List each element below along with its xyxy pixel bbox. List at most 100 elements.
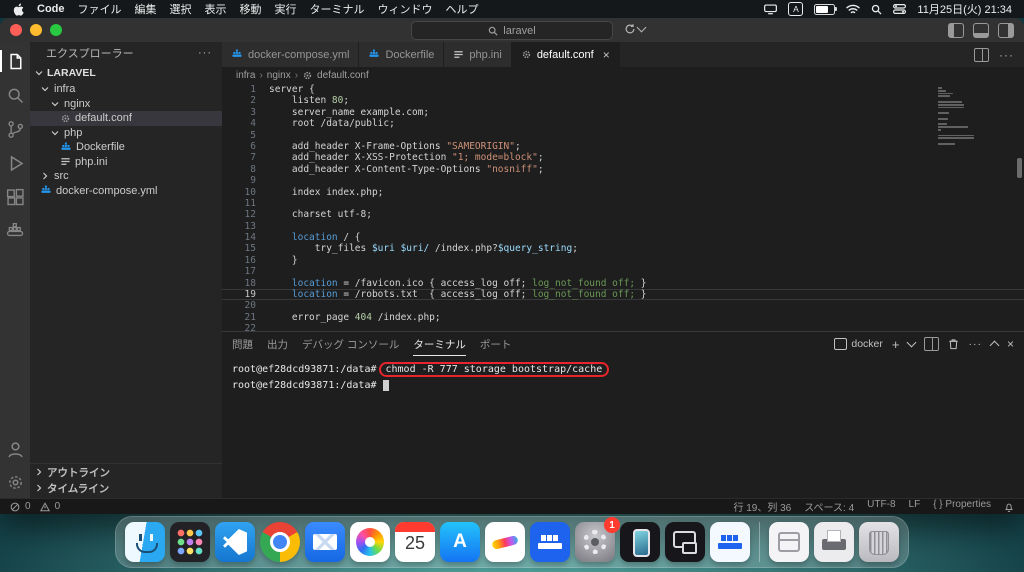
notifications-bell-icon[interactable] [1004,502,1014,512]
dock-printer-icon[interactable] [814,522,854,562]
status-item[interactable]: LF [909,499,921,514]
menubar-item[interactable]: ファイル [78,1,122,17]
toggle-panel-icon[interactable] [973,23,989,38]
dock-finder-icon[interactable] [125,522,165,562]
terminal-dropdown-icon[interactable] [907,337,917,348]
tree-item-nginx[interactable]: nginx [30,97,222,112]
docker-icon [231,49,243,60]
dock-photos-icon[interactable] [350,522,390,562]
close-panel-icon[interactable]: × [1007,337,1014,351]
dock-windows-app-icon[interactable] [665,522,705,562]
vscode-window: laravel エクスプローラー ··· LARAVEL infra nginx… [0,18,1024,514]
dock-downloads-icon[interactable] [769,522,809,562]
apple-icon[interactable] [12,2,24,16]
window-titlebar[interactable]: laravel [0,18,1024,42]
editor-tab-Dockerfile[interactable]: Dockerfile [359,42,445,67]
toggle-secondary-sidebar-icon[interactable] [998,23,1014,38]
dock-trash-icon[interactable] [859,522,899,562]
editor-tab-docker-compose.yml[interactable]: docker-compose.yml [222,42,360,67]
menubar-clock[interactable]: 11月25日(火) 21:34 [917,1,1012,17]
new-terminal-icon[interactable]: + [892,338,900,351]
tree-item-default.conf[interactable]: default.conf [30,111,222,126]
command-center-search[interactable]: laravel [411,21,613,40]
control-center-icon[interactable] [893,4,907,14]
breadcrumb-item[interactable]: default.conf [317,70,369,81]
panel-more-icon[interactable]: ··· [968,338,982,350]
run-task-icon[interactable] [624,22,647,35]
dock-settings-icon[interactable]: 1 [575,517,620,562]
explorer-icon[interactable] [0,50,26,72]
breadcrumb-item[interactable]: nginx [267,70,291,81]
editor-tab-php.ini[interactable]: php.ini [444,42,512,67]
menubar-item[interactable]: 移動 [240,1,262,17]
panel-tab-出力[interactable]: 出力 [267,332,288,356]
menubar-item[interactable]: 選択 [170,1,192,17]
minimap[interactable] [938,87,978,148]
panel-tab-デバッグ コンソール[interactable]: デバッグ コンソール [302,332,399,356]
search-sidebar-icon[interactable] [4,84,26,106]
input-source-icon[interactable]: A [788,2,804,16]
panel-tab-問題[interactable]: 問題 [232,332,253,356]
account-icon[interactable] [4,438,26,460]
toggle-sidebar-icon[interactable] [948,23,964,38]
workspace-root-item[interactable]: LARAVEL [30,64,222,82]
status-item[interactable]: UTF-8 [867,499,895,514]
dock-mail-icon[interactable] [305,522,345,562]
run-debug-icon[interactable] [4,152,26,174]
dock-calendar-icon[interactable]: 25 [395,522,435,562]
menubar-item[interactable]: 表示 [205,1,227,17]
tree-item-php[interactable]: php [30,126,222,141]
menubar-item[interactable]: ターミナル [310,1,365,17]
dock-freeform-icon[interactable] [485,522,525,562]
status-item[interactable]: スペース: 4 [804,499,854,514]
sidebar-more-actions-icon[interactable]: ··· [198,47,212,59]
breadcrumb-item[interactable]: infra [236,70,255,81]
tree-item-infra[interactable]: infra [30,82,222,97]
editor-scrollbar[interactable] [1017,158,1022,178]
kill-terminal-icon[interactable] [948,338,959,350]
more-actions-icon[interactable]: ··· [999,48,1014,62]
tree-item-php.ini[interactable]: php.ini [30,155,222,170]
menubar-app-name[interactable]: Code [37,3,65,15]
source-control-icon[interactable] [4,118,26,140]
menubar-item[interactable]: 編集 [135,1,157,17]
menubar-item[interactable]: ヘルプ [446,1,479,17]
terminal-profile-selector[interactable]: docker [834,338,883,350]
outline-section[interactable]: アウトライン [30,464,222,480]
dock-launchpad-icon[interactable] [170,522,210,562]
battery-icon[interactable] [814,3,838,15]
close-window-button[interactable] [10,24,22,36]
wifi-icon[interactable] [846,4,861,15]
maximize-panel-icon[interactable] [989,340,1000,351]
dock-docker-alt-icon[interactable] [710,522,750,562]
panel-tab-ポート[interactable]: ポート [480,332,512,356]
dock-chrome-icon[interactable] [260,522,300,562]
settings-gear-icon[interactable] [4,471,26,493]
menubar-item[interactable]: 実行 [275,1,297,17]
timeline-section[interactable]: タイムライン [30,480,222,496]
zoom-window-button[interactable] [50,24,62,36]
terminal-content[interactable]: root@ef28dcd93871:/data# chmod -R 777 st… [222,356,1024,498]
dock-iphone-mirroring-icon[interactable] [620,522,660,562]
tree-item-Dockerfile[interactable]: Dockerfile [30,140,222,155]
code-editor[interactable]: 1 server {2 listen 80; 3 server_name examp… [222,84,1024,331]
status-item[interactable]: 行 19、列 36 [733,499,791,514]
tree-item-src[interactable]: src [30,169,222,184]
status-item[interactable]: { } Properties [933,499,991,514]
close-tab-icon[interactable]: × [603,48,610,62]
editor-tab-default.conf[interactable]: default.conf × [511,42,620,67]
panel-tab-ターミナル[interactable]: ターミナル [413,332,466,356]
split-editor-icon[interactable] [974,47,989,62]
docker-extension-icon[interactable] [4,220,26,242]
menubar-item[interactable]: ウィンドウ [378,1,433,17]
split-terminal-icon[interactable] [924,337,940,351]
problems-status[interactable]: 0 0 [10,501,64,512]
minimize-window-button[interactable] [30,24,42,36]
display-icon[interactable] [764,3,778,15]
tree-item-docker-compose.yml[interactable]: docker-compose.yml [30,184,222,199]
dock-app-store-icon[interactable]: A [440,522,480,562]
extensions-icon[interactable] [4,186,26,208]
dock-docker-icon[interactable] [530,522,570,562]
spotlight-search-icon[interactable] [871,4,882,15]
dock-vscode-icon[interactable] [215,522,255,562]
